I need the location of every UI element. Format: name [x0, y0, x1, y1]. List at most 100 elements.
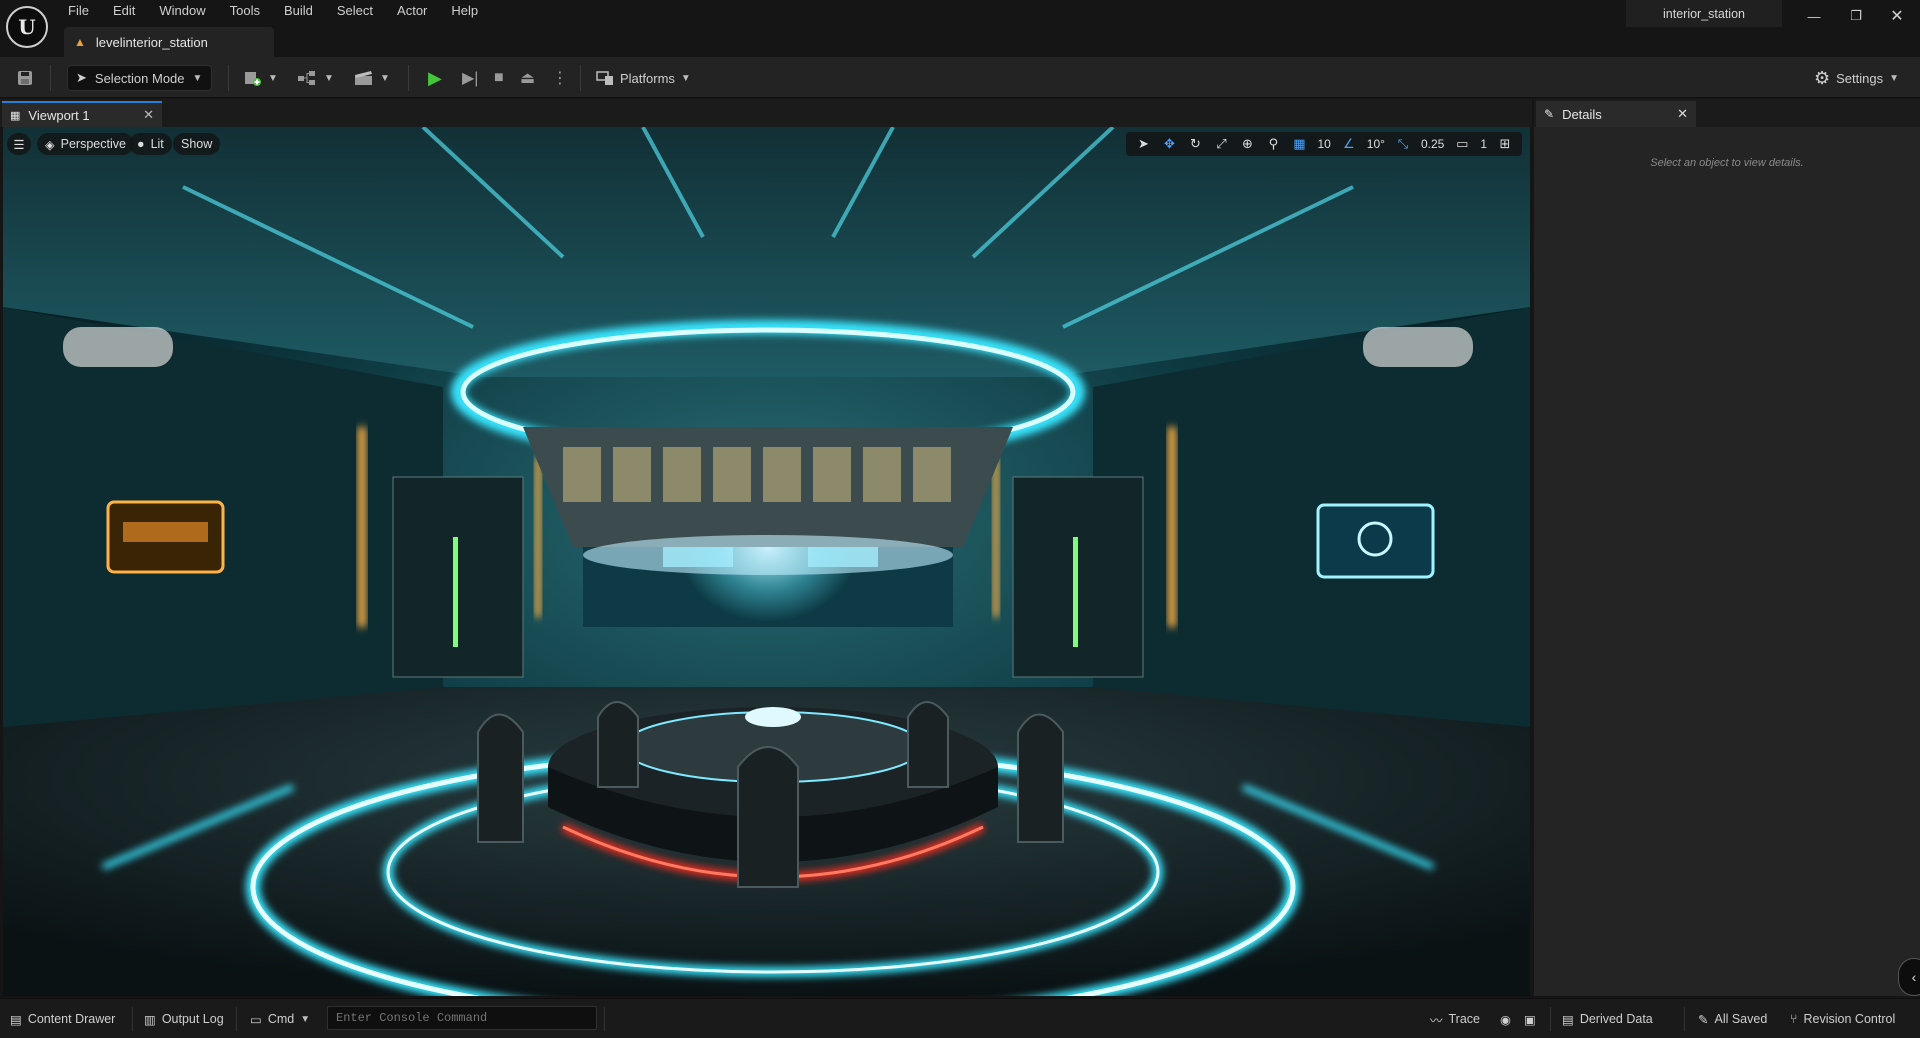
camera-speed-icon[interactable]: ▭ [1451, 134, 1473, 154]
eject-button[interactable]: ⏏ [520, 65, 535, 91]
eject-icon: ⏏ [520, 70, 536, 87]
menu-edit[interactable]: Edit [101, 0, 147, 24]
output-log-button[interactable]: ▥ Output Log [144, 1009, 224, 1029]
play-button[interactable]: ▶ [428, 65, 442, 91]
chevron-down-icon: ▼ [1889, 72, 1900, 84]
close-icon[interactable]: ✕ [1677, 106, 1688, 122]
details-tab-strip: ✎ Details ✕ [1534, 99, 1920, 127]
derived-data-label: Derived Data [1579, 1012, 1653, 1026]
cinematics-button[interactable]: ▼ [354, 65, 390, 91]
grid-snap-icon[interactable]: ▦ [1288, 134, 1310, 154]
chevron-down-icon: ▼ [268, 72, 278, 84]
perspective-button[interactable]: ◈ Perspective [37, 133, 134, 155]
menu-help[interactable]: Help [439, 0, 490, 24]
project-name-label: interior_station [1663, 6, 1745, 21]
rotation-snap-icon[interactable]: ∠ [1338, 134, 1360, 154]
close-icon: ✕ [1890, 8, 1904, 25]
lit-button[interactable]: ● Lit [129, 133, 172, 155]
chevron-left-icon: ‹ [1911, 969, 1917, 985]
translate-tool-icon[interactable]: ✥ [1158, 134, 1180, 154]
level-viewport[interactable]: ☰ ◈ Perspective ● Lit Show ➤ ✥ ↻ ⤢ ⊕ ⚲ ▦… [3, 127, 1530, 996]
selection-mode-label: Selection Mode [94, 70, 185, 86]
cmd-dropdown[interactable]: ▭ Cmd ▼ [250, 1009, 310, 1029]
lit-label: Lit [150, 137, 164, 151]
menu-window[interactable]: Window [147, 0, 217, 24]
viewport-menu-button[interactable]: ☰ [7, 133, 31, 155]
unreal-logo-icon[interactable]: U [6, 6, 48, 48]
terminal-icon: ▭ [250, 1012, 262, 1027]
platforms-dropdown[interactable]: Platforms ▼ [596, 65, 691, 91]
sphere-icon: ● [137, 137, 145, 151]
details-tab-label: Details [1562, 106, 1602, 122]
level-tab[interactable]: ▲ levelinterior_station [64, 27, 274, 57]
all-saved-button[interactable]: ✎ All Saved [1698, 1009, 1767, 1029]
step-button[interactable]: ▶︎| [462, 65, 478, 91]
save-status-icon: ✎ [1698, 1012, 1709, 1027]
cube-icon: ◈ [45, 137, 55, 152]
all-saved-label: All Saved [1714, 1012, 1768, 1026]
grid-snap-value[interactable]: 10 [1314, 137, 1333, 151]
platforms-icon [596, 71, 613, 85]
gear-icon: ⚙ [1814, 67, 1831, 88]
details-panel: Select an object to view details. [1534, 127, 1920, 996]
revision-control-label: Revision Control [1803, 1012, 1896, 1026]
world-space-icon[interactable]: ⊕ [1236, 134, 1258, 154]
scale-tool-icon[interactable]: ⤢ [1210, 134, 1232, 154]
restore-button[interactable]: ❐ [1833, 0, 1879, 32]
pencil-icon: ✎ [1544, 107, 1555, 121]
surface-snap-icon[interactable]: ⚲ [1262, 134, 1284, 154]
rotate-tool-icon[interactable]: ↻ [1184, 134, 1206, 154]
tab-viewport-1[interactable]: ▦ Viewport 1 ✕ [2, 101, 162, 127]
viewport-tab-strip: ▦ Viewport 1 ✕ [0, 99, 1532, 127]
revision-control-icon: ⑂ [1790, 1012, 1798, 1026]
revision-control-button[interactable]: ⑂ Revision Control [1790, 1009, 1895, 1029]
selection-mode-dropdown[interactable]: ➤ Selection Mode ▼ [67, 65, 212, 91]
stop-button[interactable]: ■ [494, 65, 504, 91]
maximize-viewport-icon[interactable]: ⊞ [1494, 134, 1516, 154]
add-actor-button[interactable]: ▼ [244, 65, 278, 91]
output-log-icon: ▥ [144, 1012, 156, 1027]
menu-select[interactable]: Select [325, 0, 385, 24]
menu-build[interactable]: Build [272, 0, 325, 24]
save-icon [18, 71, 32, 85]
chevron-down-icon: ▼ [380, 72, 390, 84]
collapse-panel-button[interactable]: ‹ [1898, 958, 1920, 996]
more-options-icon: ⋮ [552, 70, 568, 87]
close-icon[interactable]: ✕ [143, 107, 154, 123]
rotation-snap-value[interactable]: 10° [1364, 137, 1388, 151]
snapshot-button[interactable]: ▣ [1524, 1009, 1536, 1029]
menu-file[interactable]: File [56, 0, 101, 24]
settings-dropdown[interactable]: ⚙ Settings ▼ [1814, 65, 1899, 91]
project-name[interactable]: interior_station [1626, 0, 1782, 27]
blueprints-button[interactable]: ▼ [298, 65, 334, 91]
scene-render [3, 127, 1530, 996]
minimize-button[interactable]: — [1791, 0, 1837, 32]
menu-bar: File Edit Window Tools Build Select Acto… [56, 0, 490, 24]
select-tool-icon[interactable]: ➤ [1132, 134, 1154, 154]
scale-snap-icon[interactable]: ⤡ [1392, 134, 1414, 154]
tab-details[interactable]: ✎ Details ✕ [1536, 101, 1696, 127]
save-button[interactable] [14, 65, 36, 91]
title-bar: U File Edit Window Tools Build Select Ac… [0, 0, 1920, 57]
settings-label: Settings [1836, 70, 1884, 86]
step-icon: ▶︎| [462, 70, 479, 87]
content-drawer-icon: ▤ [10, 1012, 22, 1027]
close-window-button[interactable]: ✕ [1874, 0, 1920, 32]
menu-actor[interactable]: Actor [385, 0, 439, 24]
play-options-button[interactable]: ⋮ [552, 65, 568, 91]
cursor-icon: ➤ [76, 70, 87, 85]
show-button[interactable]: Show [173, 133, 221, 155]
console-command-input[interactable] [327, 1006, 597, 1030]
derived-data-button[interactable]: ▤ Derived Data [1562, 1009, 1653, 1029]
record-button[interactable]: ◉ [1500, 1009, 1511, 1029]
content-drawer-button[interactable]: ▤ Content Drawer [10, 1009, 115, 1029]
trace-button[interactable]: 〰 Trace [1430, 1009, 1480, 1029]
camera-speed-value[interactable]: 1 [1477, 137, 1490, 151]
minimize-icon: — [1807, 8, 1821, 24]
menu-tools[interactable]: Tools [218, 0, 272, 24]
transform-toolbar: ➤ ✥ ↻ ⤢ ⊕ ⚲ ▦ 10 ∠ 10° ⤡ 0.25 ▭ 1 ⊞ [1126, 132, 1522, 156]
scale-snap-value[interactable]: 0.25 [1418, 137, 1447, 151]
chevron-down-icon: ▼ [680, 72, 691, 84]
chevron-down-icon: ▼ [324, 72, 334, 84]
trace-label: Trace [1448, 1012, 1481, 1026]
